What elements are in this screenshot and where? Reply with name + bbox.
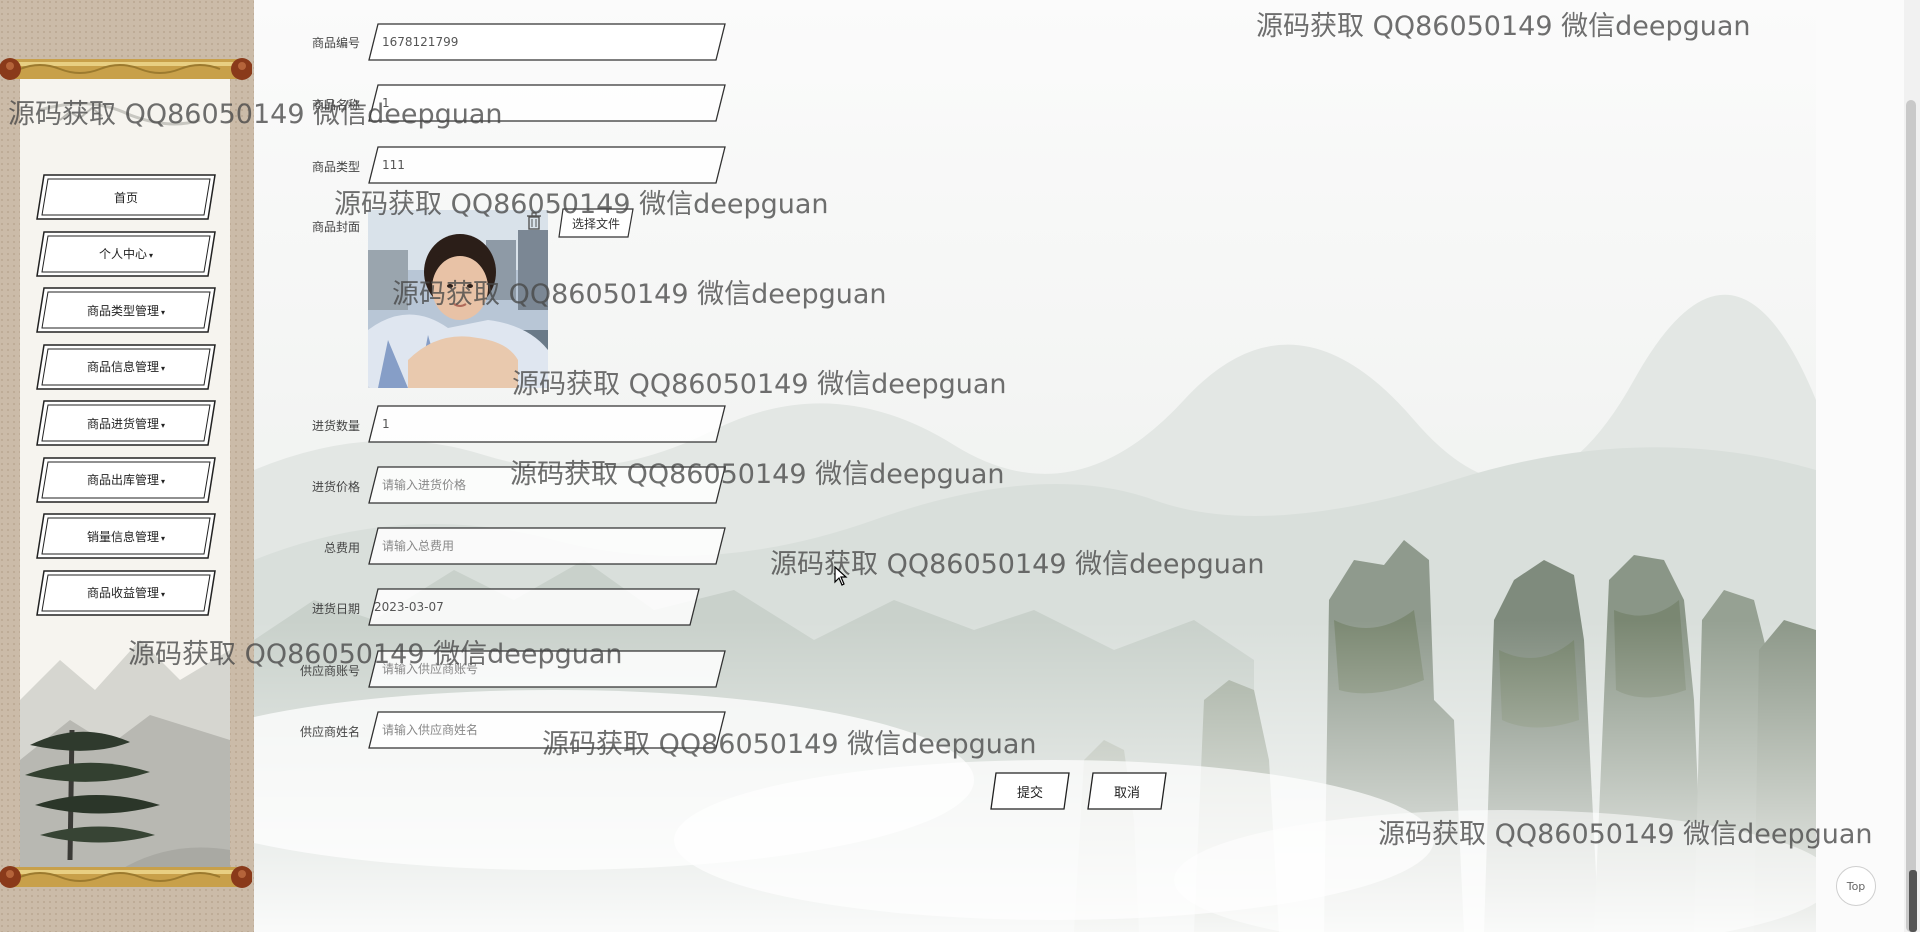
- purchase-quantity-label: 进货数量: [311, 419, 360, 433]
- menu-item-product-info-management[interactable]: 商品信息管理 ▾: [36, 343, 216, 390]
- menu-item-product-purchase-management[interactable]: 商品进货管理 ▾: [36, 400, 216, 446]
- sidebar: 首页 个人中心 ▾ 商品类型管理 ▾ 商品信息管理 ▾ 商品进货管理 ▾ 商品出库管理 ▾…: [0, 0, 254, 932]
- purchase-date-field: [368, 588, 700, 626]
- supplier-name-label: 供应商姓名: [299, 725, 360, 739]
- menu-item-personal-center[interactable]: 个人中心 ▾: [36, 230, 216, 277]
- menu-item-label: 商品信息管理: [86, 360, 159, 374]
- sidebar-menu: 首页 个人中心 ▾ 商品类型管理 ▾ 商品信息管理 ▾ 商品进货管理 ▾ 商品出库管理 ▾…: [36, 174, 216, 626]
- menu-item-product-revenue-management[interactable]: 商品收益管理 ▾: [36, 569, 216, 616]
- product-name-field: [368, 84, 726, 122]
- chevron-down-icon: ▾: [161, 364, 166, 373]
- submit-button[interactable]: 提交: [990, 772, 1070, 810]
- product-purchase-form: 商品编号 商品名称 商品类型 商品封面: [254, 0, 1254, 932]
- chevron-down-icon: ▾: [161, 420, 166, 430]
- supplier-account-label: 供应商账号: [299, 664, 360, 678]
- product-type-label: 商品类型: [311, 160, 360, 174]
- menu-item-label: 商品进货管理: [86, 416, 159, 431]
- menu-item-label: 商品出库管理: [86, 473, 159, 487]
- menu-item-label: 商品类型管理: [86, 303, 159, 318]
- supplier-account-field: [368, 650, 726, 688]
- chevron-down-icon: ▾: [161, 307, 166, 317]
- menu-item-home[interactable]: 首页: [36, 174, 216, 220]
- cancel-button[interactable]: 取消: [1087, 772, 1167, 810]
- product-code-label: 商品编号: [311, 36, 360, 50]
- choose-file-label: 选择文件: [571, 216, 620, 231]
- purchase-price-label: 进货价格: [311, 480, 360, 494]
- chevron-down-icon: ▾: [149, 251, 154, 260]
- purchase-price-input[interactable]: [382, 472, 702, 498]
- supplier-account-input[interactable]: [382, 656, 702, 682]
- product-name-label: 商品名称: [311, 98, 360, 112]
- supplier-name-input[interactable]: [382, 717, 702, 743]
- chevron-down-icon: ▾: [161, 477, 166, 486]
- trash-icon[interactable]: [526, 212, 542, 230]
- scrollbar-end-block: [1909, 870, 1917, 932]
- submit-label: 提交: [1016, 785, 1043, 801]
- cancel-label: 取消: [1113, 785, 1140, 801]
- mouse-cursor-icon: [834, 566, 848, 586]
- purchase-date-label: 进货日期: [311, 602, 360, 616]
- purchase-quantity-field: [368, 405, 726, 443]
- purchase-price-field: [368, 466, 726, 504]
- menu-item-label: 销量信息管理: [86, 529, 159, 544]
- product-type-field: [368, 146, 726, 184]
- purchase-quantity-input[interactable]: [382, 411, 702, 437]
- purchase-date-input[interactable]: [374, 594, 694, 620]
- scroll-rod-bottom: [0, 866, 252, 888]
- menu-item-label: 个人中心: [98, 247, 147, 261]
- menu-item-label: 首页: [113, 190, 138, 205]
- product-code-input[interactable]: [382, 29, 702, 55]
- menu-item-label: 商品收益管理: [86, 586, 159, 600]
- product-cover-image[interactable]: [368, 210, 548, 388]
- product-name-input[interactable]: [382, 90, 702, 116]
- product-code-field: [368, 23, 726, 61]
- total-cost-label: 总费用: [323, 541, 360, 555]
- total-cost-field: [368, 527, 726, 565]
- total-cost-input[interactable]: [382, 533, 702, 559]
- product-type-input[interactable]: [382, 152, 702, 178]
- back-to-top-button[interactable]: Top: [1836, 866, 1876, 906]
- menu-item-product-outbound-management[interactable]: 商品出库管理 ▾: [36, 456, 216, 503]
- chevron-down-icon: ▾: [161, 533, 166, 543]
- menu-item-product-type-management[interactable]: 商品类型管理 ▾: [36, 287, 216, 333]
- product-cover-label: 商品封面: [311, 220, 360, 234]
- chevron-down-icon: ▾: [161, 590, 166, 599]
- scroll-rod-top: [0, 58, 252, 80]
- page-scrollbar-thumb[interactable]: [1906, 100, 1916, 932]
- supplier-name-field: [368, 711, 726, 749]
- menu-item-sales-info-management[interactable]: 销量信息管理 ▾: [36, 513, 216, 559]
- choose-file-button[interactable]: 选择文件: [558, 208, 634, 238]
